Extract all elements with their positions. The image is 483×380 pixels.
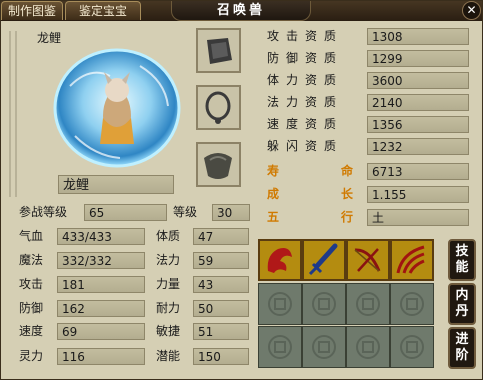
sword-skill-icon — [308, 243, 338, 276]
aptitude-label-dodge: 躲闪资质 — [267, 139, 344, 153]
advance-button[interactable]: 进 阶 — [448, 327, 476, 369]
tab-make-album[interactable]: 制作图鉴 — [1, 1, 63, 20]
skills-button-char-2: 能 — [455, 260, 469, 275]
stat-value-speed: 69 — [57, 323, 145, 340]
aptitude-value-magic: 2140 — [367, 94, 469, 111]
stat-value-constitution: 47 — [193, 228, 249, 245]
amulet-icon — [204, 153, 232, 179]
empty-slot-emblem-icon — [312, 292, 336, 316]
advance-button-char-1: 进 — [455, 332, 469, 347]
skill-slot-empty[interactable] — [258, 283, 302, 325]
pet-window: 制作图鉴 鉴定宝宝 召唤兽 ✕ 龙鲤 龙鲤 攻击资质 1308 防御资质 129… — [0, 0, 483, 380]
empty-slot-emblem-icon — [400, 335, 424, 359]
battle-level-label: 参战等级 — [19, 205, 68, 219]
skill-slot-empty[interactable] — [302, 326, 346, 368]
stat-label-constitution: 体质 — [156, 229, 181, 243]
stat-value-mp: 332/332 — [57, 252, 145, 269]
window-title: 召唤兽 — [171, 1, 311, 21]
inner-pill-button-char-1: 内 — [455, 288, 469, 303]
aptitude-value-attack: 1308 — [367, 28, 469, 45]
skill-slot-empty[interactable] — [346, 283, 390, 325]
aptitude-label-attack: 攻击资质 — [267, 29, 344, 43]
pet-name-label: 龙鲤 — [37, 31, 62, 45]
skill-slot-2[interactable] — [302, 239, 346, 281]
armor-icon — [207, 38, 232, 64]
stat-label-endurance: 耐力 — [156, 301, 181, 315]
skill-slot-4[interactable] — [390, 239, 434, 281]
stat-value-potential: 150 — [193, 348, 249, 365]
stat-value-agility: 51 — [193, 323, 249, 340]
stat-label-agility: 敏捷 — [156, 324, 181, 338]
aptitude-label-magic: 法力资质 — [267, 95, 344, 109]
aptitude-value-speed: 1356 — [367, 116, 469, 133]
pet-name-field[interactable]: 龙鲤 — [58, 175, 174, 194]
advance-button-char-2: 阶 — [455, 348, 469, 363]
decorative-border — [9, 31, 17, 197]
bow-skill-icon — [354, 248, 381, 272]
skill-slot-3[interactable] — [346, 239, 390, 281]
stat-value-strength: 43 — [193, 276, 249, 293]
skill-slot-1[interactable] — [258, 239, 302, 281]
empty-slot-emblem-icon — [268, 335, 292, 359]
equip-slot-amulet[interactable] — [196, 142, 241, 187]
skills-button-char-1: 技 — [455, 244, 469, 259]
level-value: 30 — [212, 204, 250, 221]
skill-slot-empty[interactable] — [390, 283, 434, 325]
skill-slot-empty[interactable] — [258, 326, 302, 368]
skill-slot-empty[interactable] — [390, 326, 434, 368]
stat-label-mana: 法力 — [156, 253, 181, 267]
stat-label-spirit: 灵力 — [19, 349, 44, 363]
battle-level-value: 65 — [84, 204, 167, 221]
empty-slot-emblem-icon — [356, 335, 380, 359]
element-value: 土 — [367, 209, 469, 226]
level-label: 等级 — [173, 205, 198, 219]
stat-label-hp: 气血 — [19, 229, 44, 243]
stat-value-spirit: 116 — [57, 348, 145, 365]
stat-value-hp: 433/433 — [57, 228, 145, 245]
skill-slot-empty[interactable] — [346, 326, 390, 368]
inner-pill-button[interactable]: 内 丹 — [448, 283, 476, 325]
empty-slot-emblem-icon — [400, 292, 424, 316]
slash-skill-icon — [396, 245, 425, 274]
inner-pill-button-char-2: 丹 — [455, 304, 469, 319]
empty-slot-emblem-icon — [356, 292, 380, 316]
stat-value-attack: 181 — [57, 276, 145, 293]
empty-slot-emblem-icon — [268, 292, 292, 316]
aptitude-value-stamina: 3600 — [367, 72, 469, 89]
stat-label-defense: 防御 — [19, 301, 44, 315]
stat-label-mp: 魔法 — [19, 253, 44, 267]
aptitude-value-dodge: 1232 — [367, 138, 469, 155]
aptitude-value-defense: 1299 — [367, 50, 469, 67]
growth-value: 1.155 — [367, 186, 469, 203]
skill-grid — [258, 239, 446, 369]
skills-button[interactable]: 技 能 — [448, 239, 476, 281]
equip-slot-armor[interactable] — [196, 28, 241, 73]
skill-slot-empty[interactable] — [302, 283, 346, 325]
collar-icon — [205, 91, 231, 124]
equip-slot-collar[interactable] — [196, 85, 241, 130]
stat-label-potential: 潜能 — [156, 349, 181, 363]
empty-slot-emblem-icon — [312, 335, 336, 359]
stat-value-endurance: 50 — [193, 300, 249, 317]
stat-label-strength: 力量 — [156, 277, 181, 291]
tab-appraise-pet[interactable]: 鉴定宝宝 — [65, 1, 141, 20]
dragon-skill-icon — [267, 248, 292, 273]
close-icon[interactable]: ✕ — [462, 1, 481, 20]
lifespan-value: 6713 — [367, 163, 469, 180]
aptitude-label-speed: 速度资质 — [267, 117, 344, 131]
stat-label-attack: 攻击 — [19, 277, 44, 291]
aptitude-label-stamina: 体力资质 — [267, 73, 344, 87]
pet-portrait — [53, 48, 181, 168]
aptitude-label-defense: 防御资质 — [267, 51, 344, 65]
stat-label-speed: 速度 — [19, 324, 44, 338]
stat-value-defense: 162 — [57, 300, 145, 317]
stat-value-mana: 59 — [193, 252, 249, 269]
